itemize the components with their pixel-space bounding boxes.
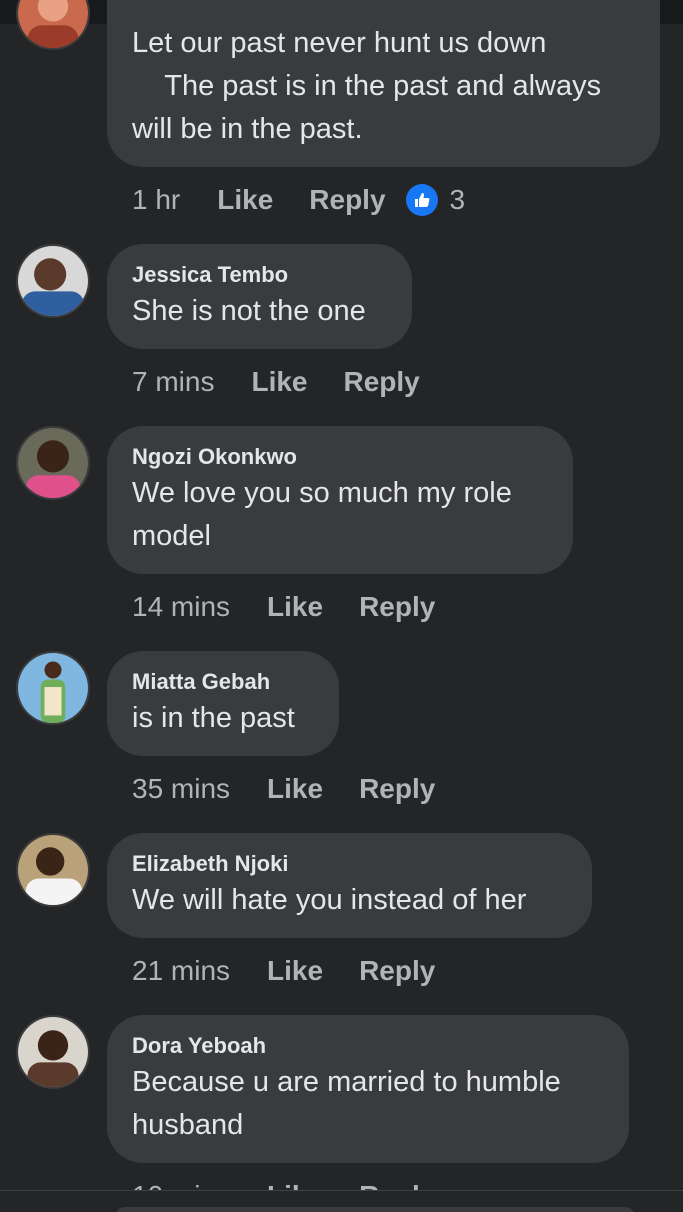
comment-text: is in the past bbox=[132, 702, 295, 734]
avatar-photo bbox=[18, 835, 88, 905]
thumbs-up-icon bbox=[405, 184, 438, 216]
comment-actions: 35 mins Like Reply bbox=[132, 769, 471, 809]
comment-bubble[interactable]: Elizabeth Njoki We will hate you instead… bbox=[107, 833, 592, 938]
comment-author[interactable]: Miatta Gebah bbox=[132, 667, 314, 697]
avatar[interactable] bbox=[16, 244, 90, 318]
comment-actions: 7 mins Like Reply bbox=[132, 362, 456, 402]
reply-button[interactable]: Reply bbox=[359, 591, 435, 623]
comment-author[interactable]: Dora Yeboah bbox=[132, 1031, 604, 1061]
avatar-photo bbox=[18, 653, 88, 723]
like-button[interactable]: Like bbox=[267, 591, 323, 623]
avatar[interactable] bbox=[16, 0, 90, 50]
reply-button[interactable]: Reply bbox=[359, 773, 435, 805]
comment-text: Let our past never hunt us down The past… bbox=[132, 27, 602, 145]
like-button[interactable]: Like bbox=[267, 773, 323, 805]
comment-bubble[interactable]: Miatta Gebah is in the past bbox=[107, 651, 339, 756]
avatar[interactable] bbox=[16, 1015, 90, 1089]
comment-time: 7 mins bbox=[132, 366, 215, 397]
avatar-photo bbox=[18, 428, 88, 498]
comment-author[interactable]: Elizabeth Njoki bbox=[132, 849, 567, 879]
comment-time: 14 mins bbox=[132, 591, 231, 622]
comments-screen: Let our past never hunt us down The past… bbox=[0, 0, 683, 1212]
comment-time: 35 mins bbox=[132, 773, 231, 804]
comment-text: We will hate you instead of her bbox=[132, 884, 527, 916]
avatar-photo bbox=[18, 1017, 88, 1087]
comment-time: 21 mins bbox=[132, 955, 231, 986]
comment-input[interactable] bbox=[115, 1207, 635, 1212]
like-button[interactable]: Like bbox=[251, 366, 307, 398]
reaction-summary[interactable]: 3 bbox=[405, 184, 466, 216]
comment-actions: 21 mins Like Reply bbox=[132, 951, 471, 991]
avatar[interactable] bbox=[16, 426, 90, 500]
reaction-count: 3 bbox=[449, 184, 466, 215]
comment-actions: 14 mins Like Reply bbox=[132, 587, 471, 627]
avatar[interactable] bbox=[16, 651, 90, 725]
comment-bubble[interactable]: Dora Yeboah Because u are married to hum… bbox=[107, 1015, 629, 1163]
reply-button[interactable]: Reply bbox=[344, 366, 420, 398]
reply-button[interactable]: Reply bbox=[309, 184, 385, 216]
comment-author[interactable]: Ngozi Okonkwo bbox=[132, 442, 548, 472]
comment-author[interactable]: Jessica Tembo bbox=[132, 260, 387, 290]
comment-text: We love you so much my role model bbox=[132, 477, 512, 552]
avatar[interactable] bbox=[16, 833, 90, 907]
comment-text: She is not the one bbox=[132, 295, 366, 327]
comment-bubble[interactable]: Let our past never hunt us down The past… bbox=[107, 0, 660, 167]
like-button[interactable]: Like bbox=[217, 184, 273, 216]
avatar-photo bbox=[18, 0, 88, 48]
comment-time: 1 hr bbox=[132, 184, 181, 215]
comment-actions: 1 hr Like Reply 3 bbox=[132, 180, 465, 220]
comment-text: Because u are married to humble husband bbox=[132, 1066, 561, 1141]
reply-button[interactable]: Reply bbox=[359, 955, 435, 987]
like-button[interactable]: Like bbox=[267, 955, 323, 987]
avatar-photo bbox=[18, 246, 88, 316]
comment-bubble[interactable]: Jessica Tembo She is not the one bbox=[107, 244, 412, 349]
comment-bubble[interactable]: Ngozi Okonkwo We love you so much my rol… bbox=[107, 426, 573, 574]
